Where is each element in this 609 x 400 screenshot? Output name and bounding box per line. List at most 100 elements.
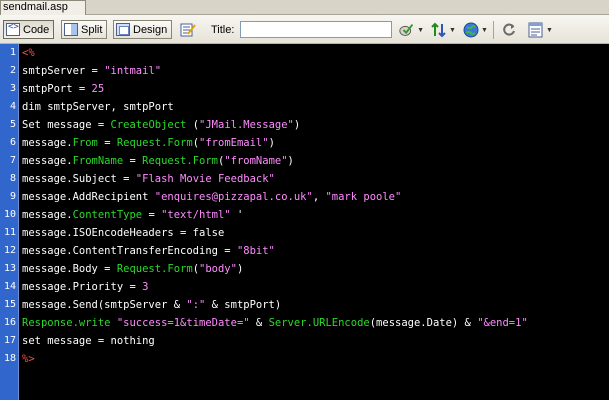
code-line[interactable]: 14 message.Priority = 3 (0, 278, 609, 296)
code-line[interactable]: 4 dim smtpServer, smtpPort (0, 98, 609, 116)
code-line[interactable]: 18 %> (0, 350, 609, 368)
code-token-plain: message.Body = (22, 263, 117, 275)
line-number: 2 (9, 65, 16, 76)
preview-globe-dropdown-icon: ▼ (481, 26, 488, 34)
code-token-number: 3 (142, 281, 149, 293)
code-token-plain: (message.Date) & (369, 317, 478, 329)
line-number: 11 (3, 227, 16, 238)
code-token-member: Request.Form (116, 263, 193, 275)
design-view-label: Design (133, 23, 168, 36)
code-line[interactable]: 7 message.FromName = Request.Form("fromNa… (0, 152, 609, 170)
document-tab[interactable]: sendmail.asp (0, 0, 86, 15)
code-text[interactable]: message.Subject = "Flash Movie Feedback" (22, 170, 275, 188)
code-text[interactable]: message.From = Request.Form("fromEmail") (22, 134, 275, 152)
code-token-string: "Flash Movie Feedback" (135, 173, 275, 185)
code-token-string: "enquires@pizzapal.co.uk" (154, 191, 313, 203)
code-token-plain: message. (22, 209, 73, 221)
view-options-dropdown-icon: ▼ (546, 26, 553, 34)
code-text[interactable]: message.ContentType = "text/html" ' (22, 206, 243, 224)
code-token-member: Request.Form (116, 137, 193, 149)
code-line[interactable]: 12 message.ContentTransferEncoding = "8bi… (0, 242, 609, 260)
code-view-button[interactable]: Code (3, 20, 55, 39)
code-line[interactable]: 6 message.From = Request.Form("fromEmail"… (0, 134, 609, 152)
validate-dropdown-icon: ▼ (417, 26, 424, 34)
code-token-delim: <% (22, 47, 35, 59)
code-text[interactable]: %> (22, 350, 35, 368)
code-text[interactable]: message.ISOEncodeHeaders = false (22, 224, 224, 242)
code-line[interactable]: 8 message.Subject = "Flash Movie Feedback… (0, 170, 609, 188)
code-text[interactable]: set message = nothing (22, 332, 155, 350)
code-line[interactable]: 16 Response.write "success=1&timeDate=" &… (0, 314, 609, 332)
code-text[interactable]: smtpPort = 25 (22, 80, 104, 98)
code-token-string: "body" (199, 263, 237, 275)
code-token-string: "8bit" (236, 245, 275, 257)
line-number: 7 (9, 155, 16, 166)
code-text[interactable]: Response.write "success=1&timeDate=" & S… (22, 314, 528, 332)
line-number: 16 (3, 317, 16, 328)
refresh-icon[interactable] (499, 20, 519, 40)
code-token-plain: ( (186, 119, 200, 131)
file-management-button[interactable]: ▼ (430, 20, 456, 40)
code-text[interactable]: <% (22, 44, 35, 62)
code-view-label: Code (23, 23, 50, 36)
code-token-plain: & (249, 317, 269, 329)
code-token-plain: = (123, 155, 143, 167)
code-token-plain: message.ISOEncodeHeaders = false (22, 227, 225, 239)
line-number: 9 (9, 191, 16, 202)
code-line[interactable]: 11 message.ISOEncodeHeaders = false (0, 224, 609, 242)
line-number: 14 (3, 281, 16, 292)
code-token-member: ContentType (72, 209, 143, 221)
preview-globe-button[interactable]: ▼ (462, 20, 488, 40)
code-token-plain: ) (287, 155, 294, 167)
line-number: 12 (3, 245, 16, 256)
code-line[interactable]: 1 <% (0, 44, 609, 62)
code-line[interactable]: 15 message.Send(smtpServer & ":" & smtpPo… (0, 296, 609, 314)
code-text[interactable]: Set message = CreateObject ("JMail.Messa… (22, 116, 300, 134)
code-token-plain: set message = nothing (22, 335, 155, 347)
code-line[interactable]: 13 message.Body = Request.Form("body") (0, 260, 609, 278)
code-token-member: CreateObject (110, 119, 187, 131)
code-text[interactable]: message.FromName = Request.Form("fromNam… (22, 152, 294, 170)
code-token-delim: %> (22, 353, 35, 365)
code-view-icon (6, 22, 20, 36)
code-token-plain: & smtpPort) (205, 299, 282, 311)
code-token-plain: = (97, 137, 117, 149)
live-data-icon[interactable] (178, 20, 198, 40)
code-token-plain: = (142, 209, 162, 221)
validate-button[interactable]: ▼ (398, 20, 424, 40)
code-token-plain: ' (230, 209, 244, 221)
code-text[interactable]: message.Priority = 3 (22, 278, 148, 296)
code-token-plain: ) (236, 263, 244, 275)
code-line[interactable]: 17 set message = nothing (0, 332, 609, 350)
code-text[interactable]: message.ContentTransferEncoding = "8bit" (22, 242, 275, 260)
document-toolbar: Code Split Design Title: ▼ ▼ ▼ ▼ (0, 15, 609, 44)
code-text[interactable]: message.Send(smtpServer & ":" & smtpPort… (22, 296, 281, 314)
document-tab-bar: sendmail.asp (0, 0, 609, 15)
line-number: 15 (3, 299, 16, 310)
view-options-button[interactable]: ▼ (527, 20, 553, 40)
code-text[interactable]: message.AddRecipient "enquires@pizzapal.… (22, 188, 401, 206)
code-token-plain: message.Subject = (22, 173, 136, 185)
file-management-dropdown-icon: ▼ (449, 26, 456, 34)
code-line[interactable]: 9 message.AddRecipient "enquires@pizzapal… (0, 188, 609, 206)
code-line[interactable]: 2 smtpServer = "intmail" (0, 62, 609, 80)
split-view-button[interactable]: Split (61, 20, 108, 39)
code-line[interactable]: 3 smtpPort = 25 (0, 80, 609, 98)
code-token-string: "&end=1" (477, 317, 528, 329)
line-number: 5 (9, 119, 16, 130)
line-number: 18 (3, 353, 16, 364)
line-number: 8 (9, 173, 16, 184)
design-view-button[interactable]: Design (113, 20, 173, 39)
code-line[interactable]: 10 message.ContentType = "text/html" ' (0, 206, 609, 224)
code-text[interactable]: dim smtpServer, smtpPort (22, 98, 174, 116)
code-line[interactable]: 5 Set message = CreateObject ("JMail.Mess… (0, 116, 609, 134)
code-token-plain: message. (22, 137, 73, 149)
code-text[interactable]: smtpServer = "intmail" (22, 62, 161, 80)
code-token-plain: message.Send(smtpServer & (22, 299, 187, 311)
code-token-plain: smtpPort = (22, 83, 92, 95)
code-token-string: "fromName" (224, 155, 288, 167)
code-text[interactable]: message.Body = Request.Form("body") (22, 260, 243, 278)
split-view-label: Split (81, 23, 103, 36)
code-token-string: "JMail.Message" (199, 119, 294, 131)
title-input[interactable] (240, 21, 392, 38)
